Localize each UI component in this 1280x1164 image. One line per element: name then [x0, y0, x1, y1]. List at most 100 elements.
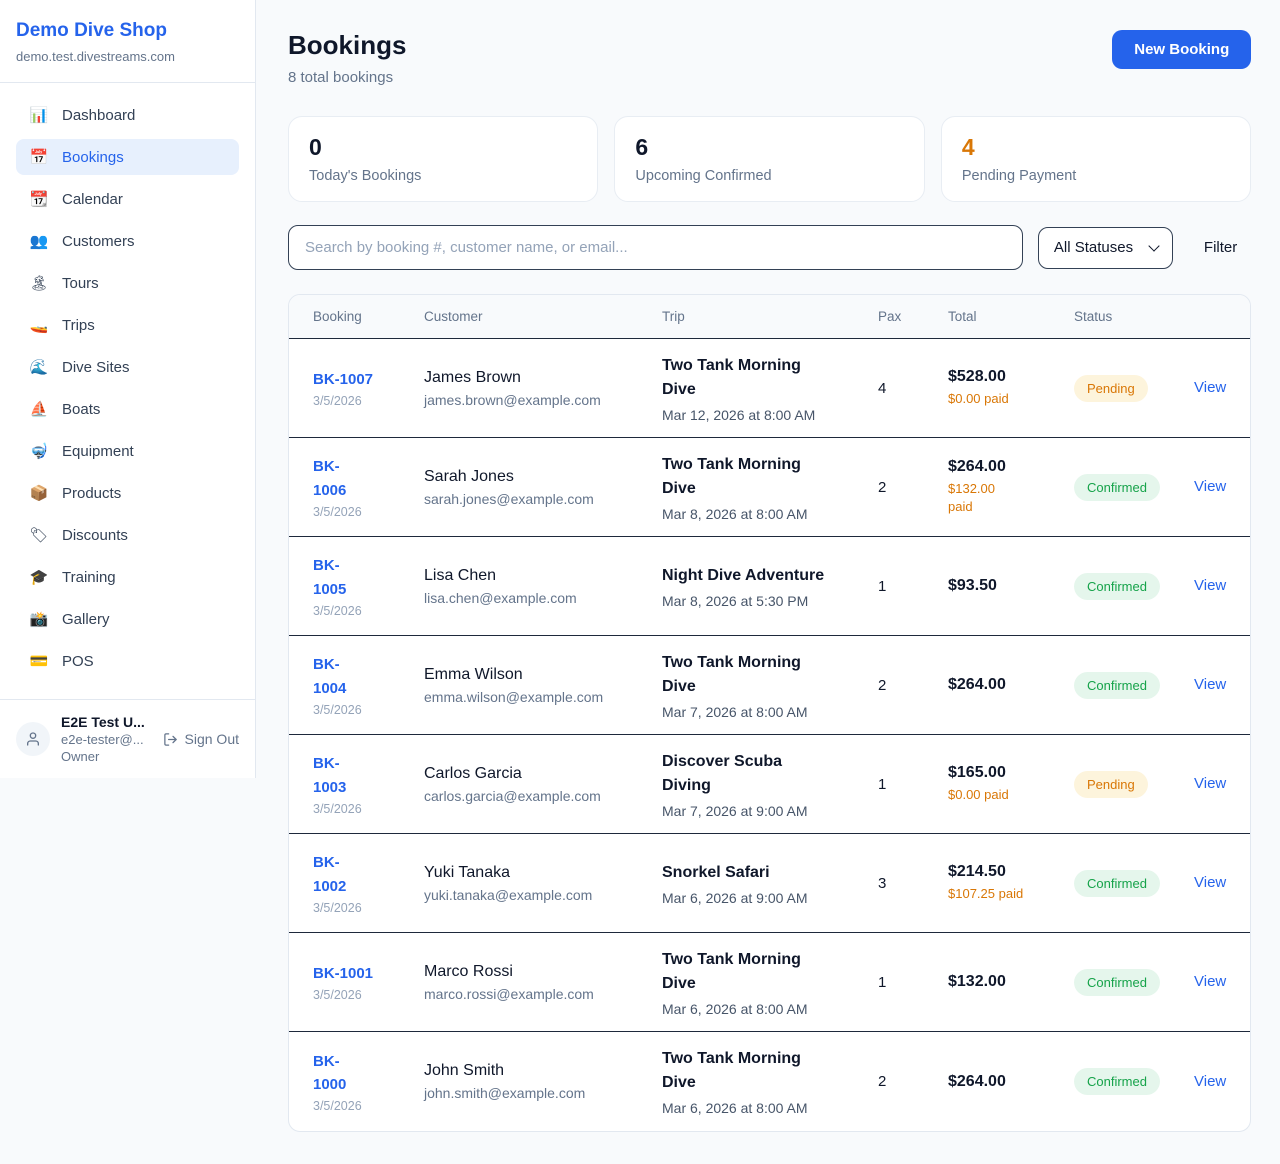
- table-row: BK-10023/5/2026Yuki Tanakayuki.tanaka@ex…: [289, 834, 1250, 933]
- booking-id-link[interactable]: BK-1004: [313, 653, 424, 700]
- sidebar-item-label: Bookings: [62, 149, 124, 166]
- sidebar-item-dive-sites[interactable]: 🌊Dive Sites: [16, 349, 239, 385]
- trip-name: Discover Scuba Diving: [662, 750, 830, 798]
- customer-name: Lisa Chen: [424, 567, 662, 585]
- action-cell: View: [1194, 1073, 1226, 1091]
- status-select[interactable]: All Statuses: [1038, 227, 1173, 269]
- customer-cell: John Smithjohn.smith@example.com: [424, 1062, 662, 1101]
- trip-datetime: Mar 8, 2026 at 8:00 AM: [662, 506, 878, 522]
- page-header-text: Bookings 8 total bookings: [288, 30, 406, 86]
- view-link[interactable]: View: [1194, 478, 1226, 495]
- main-content: Bookings 8 total bookings New Booking 0 T…: [256, 0, 1280, 1164]
- sidebar-item-pos[interactable]: 💳POS: [16, 643, 239, 679]
- status-badge: Confirmed: [1074, 474, 1160, 501]
- sidebar-item-dashboard[interactable]: 📊 Dashboard: [16, 97, 239, 133]
- booking-id-link[interactable]: BK-1001: [313, 962, 424, 985]
- status-cell: Confirmed: [1074, 870, 1194, 897]
- column-header-booking: Booking: [313, 309, 424, 324]
- booking-id-link[interactable]: BK-1000: [313, 1050, 424, 1097]
- view-link[interactable]: View: [1194, 379, 1226, 396]
- sidebar-item-calendar[interactable]: 📆Calendar: [16, 181, 239, 217]
- sign-out-button[interactable]: Sign Out: [163, 731, 239, 747]
- view-link[interactable]: View: [1194, 1073, 1226, 1090]
- sidebar-item-label: Discounts: [62, 527, 128, 544]
- view-link[interactable]: View: [1194, 775, 1226, 792]
- sidebar-item-label: Gallery: [62, 611, 110, 628]
- sidebar-nav: 📊 Dashboard 📅 Bookings 📆Calendar 👥Customers 🏝T…: [0, 83, 255, 699]
- trip-datetime: Mar 6, 2026 at 8:00 AM: [662, 1100, 878, 1116]
- status-select-wrap: All Statuses: [1038, 227, 1173, 269]
- trip-datetime: Mar 7, 2026 at 9:00 AM: [662, 803, 878, 819]
- stat-card-pending-payment: 4Pending Payment: [941, 116, 1251, 202]
- trip-cell: Night Dive AdventureMar 8, 2026 at 5:30 …: [662, 564, 878, 609]
- action-cell: View: [1194, 577, 1226, 595]
- total-amount: $165.00: [948, 764, 1074, 782]
- booking-id-link[interactable]: BK-1005: [313, 554, 424, 601]
- trip-datetime: Mar 7, 2026 at 8:00 AM: [662, 704, 878, 720]
- pax-count: 3: [878, 875, 948, 892]
- table-row: BK-10043/5/2026Emma Wilsonemma.wilson@ex…: [289, 636, 1250, 735]
- booking-cell: BK-10003/5/2026: [313, 1050, 424, 1114]
- sidebar-item-bookings[interactable]: 📅 Bookings: [16, 139, 239, 175]
- trip-name: Two Tank Morning Dive: [662, 354, 830, 402]
- gallery-icon: 📸: [29, 610, 49, 628]
- sidebar-item-label: Calendar: [62, 191, 123, 208]
- customer-name: James Brown: [424, 369, 662, 387]
- view-link[interactable]: View: [1194, 676, 1226, 693]
- trip-cell: Two Tank Morning DiveMar 8, 2026 at 8:00…: [662, 453, 878, 522]
- stat-label: Upcoming Confirmed: [635, 168, 903, 184]
- sidebar-item-tours[interactable]: 🏝Tours: [16, 265, 239, 301]
- bookings-count: 8 total bookings: [288, 69, 406, 86]
- customer-cell: Carlos Garciacarlos.garcia@example.com: [424, 765, 662, 804]
- status-badge: Confirmed: [1074, 573, 1160, 600]
- status-badge: Confirmed: [1074, 870, 1160, 897]
- column-header-trip: Trip: [662, 309, 878, 324]
- total-amount: $264.00: [948, 1073, 1074, 1091]
- stat-value: 0: [309, 134, 577, 161]
- total-cell: $264.00: [948, 1073, 1074, 1091]
- customer-cell: Sarah Jonessarah.jones@example.com: [424, 468, 662, 507]
- total-cell: $165.00$0.00 paid: [948, 764, 1074, 804]
- action-cell: View: [1194, 379, 1226, 397]
- booking-cell: BK-10013/5/2026: [313, 962, 424, 1002]
- trip-cell: Two Tank Morning DiveMar 6, 2026 at 8:00…: [662, 948, 878, 1017]
- filter-button[interactable]: Filter: [1204, 239, 1237, 256]
- sidebar-item-boats[interactable]: ⛵Boats: [16, 391, 239, 427]
- search-input[interactable]: [288, 225, 1023, 270]
- status-cell: Pending: [1074, 375, 1194, 402]
- sidebar-header: Demo Dive Shop demo.test.divestreams.com: [0, 0, 255, 83]
- dashboard-icon: 📊: [29, 106, 49, 124]
- sidebar-item-label: Dashboard: [62, 107, 135, 124]
- customer-email: marco.rossi@example.com: [424, 986, 662, 1002]
- status-badge: Confirmed: [1074, 1068, 1160, 1095]
- booking-cell: BK-10033/5/2026: [313, 752, 424, 816]
- view-link[interactable]: View: [1194, 874, 1226, 891]
- booking-id-link[interactable]: BK-1007: [313, 368, 424, 391]
- bookings-icon: 📅: [29, 148, 49, 166]
- pax-count: 1: [878, 974, 948, 991]
- sidebar-item-products[interactable]: 📦Products: [16, 475, 239, 511]
- customer-name: Carlos Garcia: [424, 765, 662, 783]
- sidebar-item-gallery[interactable]: 📸 Gallery: [16, 601, 239, 637]
- sidebar-item-discounts[interactable]: 🏷Discounts: [16, 517, 239, 553]
- sidebar-item-customers[interactable]: 👥Customers: [16, 223, 239, 259]
- sidebar-item-trips[interactable]: 🚤Trips: [16, 307, 239, 343]
- trip-name: Snorkel Safari: [662, 861, 830, 885]
- customer-name: Sarah Jones: [424, 468, 662, 486]
- new-booking-button[interactable]: New Booking: [1112, 30, 1251, 69]
- booking-id-link[interactable]: BK-1006: [313, 455, 424, 502]
- view-link[interactable]: View: [1194, 577, 1226, 594]
- pax-count: 4: [878, 380, 948, 397]
- booking-date: 3/5/2026: [313, 505, 424, 519]
- trip-datetime: Mar 12, 2026 at 8:00 AM: [662, 407, 878, 423]
- booking-cell: BK-10053/5/2026: [313, 554, 424, 618]
- view-link[interactable]: View: [1194, 973, 1226, 990]
- booking-id-link[interactable]: BK-1003: [313, 752, 424, 799]
- pos-icon: 💳: [29, 652, 49, 670]
- customer-cell: Lisa Chenlisa.chen@example.com: [424, 567, 662, 606]
- pax-count: 1: [878, 776, 948, 793]
- sidebar-item-label: Tours: [62, 275, 99, 292]
- sidebar-item-training[interactable]: 🎓Training: [16, 559, 239, 595]
- booking-id-link[interactable]: BK-1002: [313, 851, 424, 898]
- sidebar-item-equipment[interactable]: 🤿Equipment: [16, 433, 239, 469]
